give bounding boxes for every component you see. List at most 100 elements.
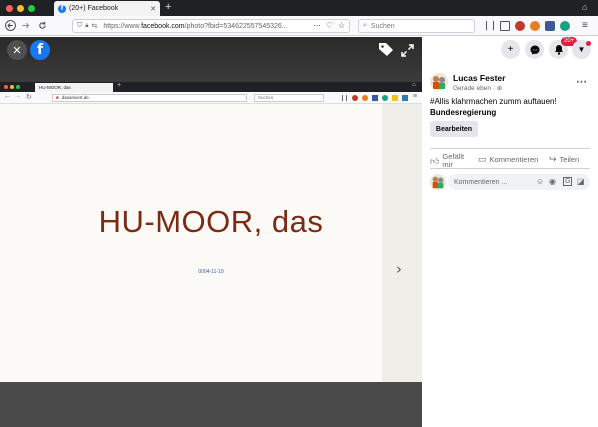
back-button[interactable] — [5, 16, 16, 39]
share-arrow-icon: ↪ — [549, 154, 557, 164]
browser-toolbar: ⛉ 🔒︎ ⇆ https://www. facebook.com/photo?fb… — [0, 16, 598, 36]
inner-side-strip — [382, 104, 422, 382]
inner-library-icon — [342, 95, 347, 101]
url-domain: facebook.com — [141, 22, 185, 30]
chevron-down-icon: ▼ — [577, 45, 586, 54]
extension-blue-icon[interactable] — [545, 21, 555, 31]
reload-button[interactable] — [38, 16, 47, 38]
search-placeholder: Suchen — [370, 22, 395, 30]
adblock-extension-icon[interactable] — [515, 21, 525, 31]
inner-reload-icon: ↻ — [26, 94, 32, 101]
page-actions-icon[interactable]: ⋯ — [313, 16, 321, 36]
inner-url: dasanivert.de — [61, 95, 89, 100]
comment-input[interactable]: Kommentieren ... ☺ ◉ G ◪ — [448, 174, 590, 190]
permissions-icon[interactable]: ⇆ — [91, 22, 97, 30]
gif-icon[interactable]: G — [563, 177, 573, 186]
back-arrow-icon — [5, 20, 16, 31]
tag-icon[interactable] — [378, 42, 394, 61]
inner-back-icon: ← — [4, 93, 11, 100]
inner-ext-blue-icon — [372, 95, 378, 101]
like-button[interactable]: 👍︎ Gefällt mir — [430, 153, 464, 169]
account-alert-dot — [586, 41, 591, 46]
browser-tab-facebook[interactable]: f (20+) Facebook ✕ — [54, 1, 160, 16]
inner-home-icon: ⌂ — [412, 82, 416, 88]
inner-lock-icon: ■ — [56, 95, 59, 100]
messenger-button[interactable] — [525, 40, 544, 59]
menu-icon[interactable]: ≡ — [582, 16, 588, 36]
post-text-line-2: Bundesregierung — [430, 108, 497, 117]
inner-page-heading: HU-MOOR, das — [98, 204, 324, 239]
comment-placeholder: Kommentieren ... — [454, 178, 508, 186]
extension-teal-icon[interactable] — [560, 21, 570, 31]
extension-orange-icon[interactable] — [530, 21, 540, 31]
emoji-icon[interactable]: ☺ — [536, 177, 544, 186]
inner-search-bar: Suchen — [254, 94, 324, 102]
messenger-icon — [530, 45, 539, 54]
viewer-bottom-area — [0, 382, 422, 427]
edit-button[interactable]: Bearbeiten — [430, 121, 478, 137]
facebook-logo-icon[interactable]: f — [30, 40, 50, 60]
search-bar[interactable]: ⌕ Suchen — [358, 19, 475, 33]
shield-icon[interactable]: ⛉ — [77, 22, 82, 30]
bell-icon — [554, 45, 563, 55]
comment-label: Kommentieren — [489, 155, 539, 164]
url-bar[interactable]: ⛉ 🔒︎ ⇆ https://www. facebook.com/photo?fb… — [72, 19, 350, 33]
camera-icon[interactable]: ◉ — [549, 177, 556, 186]
inner-ext-red-icon — [352, 95, 358, 101]
close-viewer-button[interactable]: ✕ — [7, 40, 27, 60]
pocket-icon[interactable]: ♡ — [326, 16, 333, 36]
home-icon[interactable]: ⌂ — [582, 2, 587, 12]
create-button[interactable]: + — [501, 40, 520, 59]
inner-ext-dark-blue-icon — [402, 95, 408, 101]
lock-icon[interactable]: 🔒︎ — [85, 23, 88, 30]
minimize-window-button[interactable] — [17, 5, 24, 12]
share-button[interactable]: ↪ Teilen — [549, 154, 579, 165]
inner-page-date: 0004-11-10 — [198, 269, 224, 275]
inner-tab-title: HU-MOOR, das — [35, 83, 113, 92]
inner-tab-bar: HU-MOOR, das + ⌂ — [0, 82, 422, 92]
library-icon[interactable] — [486, 21, 494, 30]
share-label: Teilen — [559, 155, 580, 164]
photo-viewer: ✕ f HU-MOOR, das + ⌂ ← → ↻ ■ dasanivert.… — [0, 37, 422, 427]
new-tab-button[interactable]: + — [165, 1, 171, 13]
browser-tab-bar: f (20+) Facebook ✕ + ⌂ — [0, 0, 598, 16]
inner-url-bar: ■ dasanivert.de — [52, 94, 247, 102]
post-author-name[interactable]: Lucas Fester — [453, 73, 505, 83]
sticker-icon[interactable]: ◪ — [577, 177, 585, 186]
comment-button[interactable]: ▭ Kommentieren — [478, 154, 538, 165]
close-tab-icon[interactable]: ✕ — [150, 5, 156, 13]
thumbs-up-icon: 👍︎ — [430, 155, 440, 166]
url-path: /photo?fbid=534622557545326... — [184, 22, 288, 30]
avatar[interactable] — [430, 73, 448, 91]
fullscreen-icon[interactable] — [401, 44, 414, 62]
bookmark-star-icon[interactable]: ☆ — [338, 16, 345, 36]
inner-ext-orange-icon — [362, 95, 368, 101]
commenter-avatar[interactable] — [430, 174, 446, 190]
zoom-window-button[interactable] — [28, 5, 35, 12]
search-icon: ⌕ — [363, 22, 367, 29]
post-text: #Allis klahrmachen zumm auftauen! Bundes… — [430, 96, 595, 118]
post-time-text: Gerade eben — [453, 85, 491, 92]
reload-icon — [39, 21, 46, 29]
post-options-icon[interactable]: ⋯ — [576, 75, 587, 88]
close-window-button[interactable] — [6, 5, 13, 12]
next-photo-button[interactable]: › — [396, 260, 402, 278]
inner-ext-yellow-icon — [392, 95, 398, 101]
plus-icon: + — [507, 44, 514, 55]
divider — [430, 148, 590, 149]
privacy-globe-icon[interactable]: · ⊕ — [493, 85, 502, 92]
post-text-line-1: #Allis klahrmachen zumm auftauen! — [430, 97, 557, 106]
facebook-favicon-icon: f — [58, 4, 66, 13]
inner-search-placeholder: Suchen — [258, 95, 274, 100]
close-icon: ✕ — [12, 44, 22, 57]
post-timestamp[interactable]: Gerade eben · ⊕ — [453, 84, 502, 92]
divider — [430, 168, 590, 169]
comment-bubble-icon: ▭ — [478, 154, 487, 164]
viewer-top-bar — [0, 37, 422, 81]
post-side-panel: + 20+ ▼ Lucas Fester Gerade eben · ⊕ ⋯ #… — [422, 37, 598, 427]
sidebar-icon[interactable] — [500, 21, 510, 31]
forward-button[interactable] — [21, 16, 30, 38]
inner-toolbar: ← → ↻ ■ dasanivert.de Suchen ≡ — [0, 92, 422, 104]
inner-new-tab-icon: + — [117, 82, 122, 89]
inner-forward-icon: → — [14, 93, 21, 100]
